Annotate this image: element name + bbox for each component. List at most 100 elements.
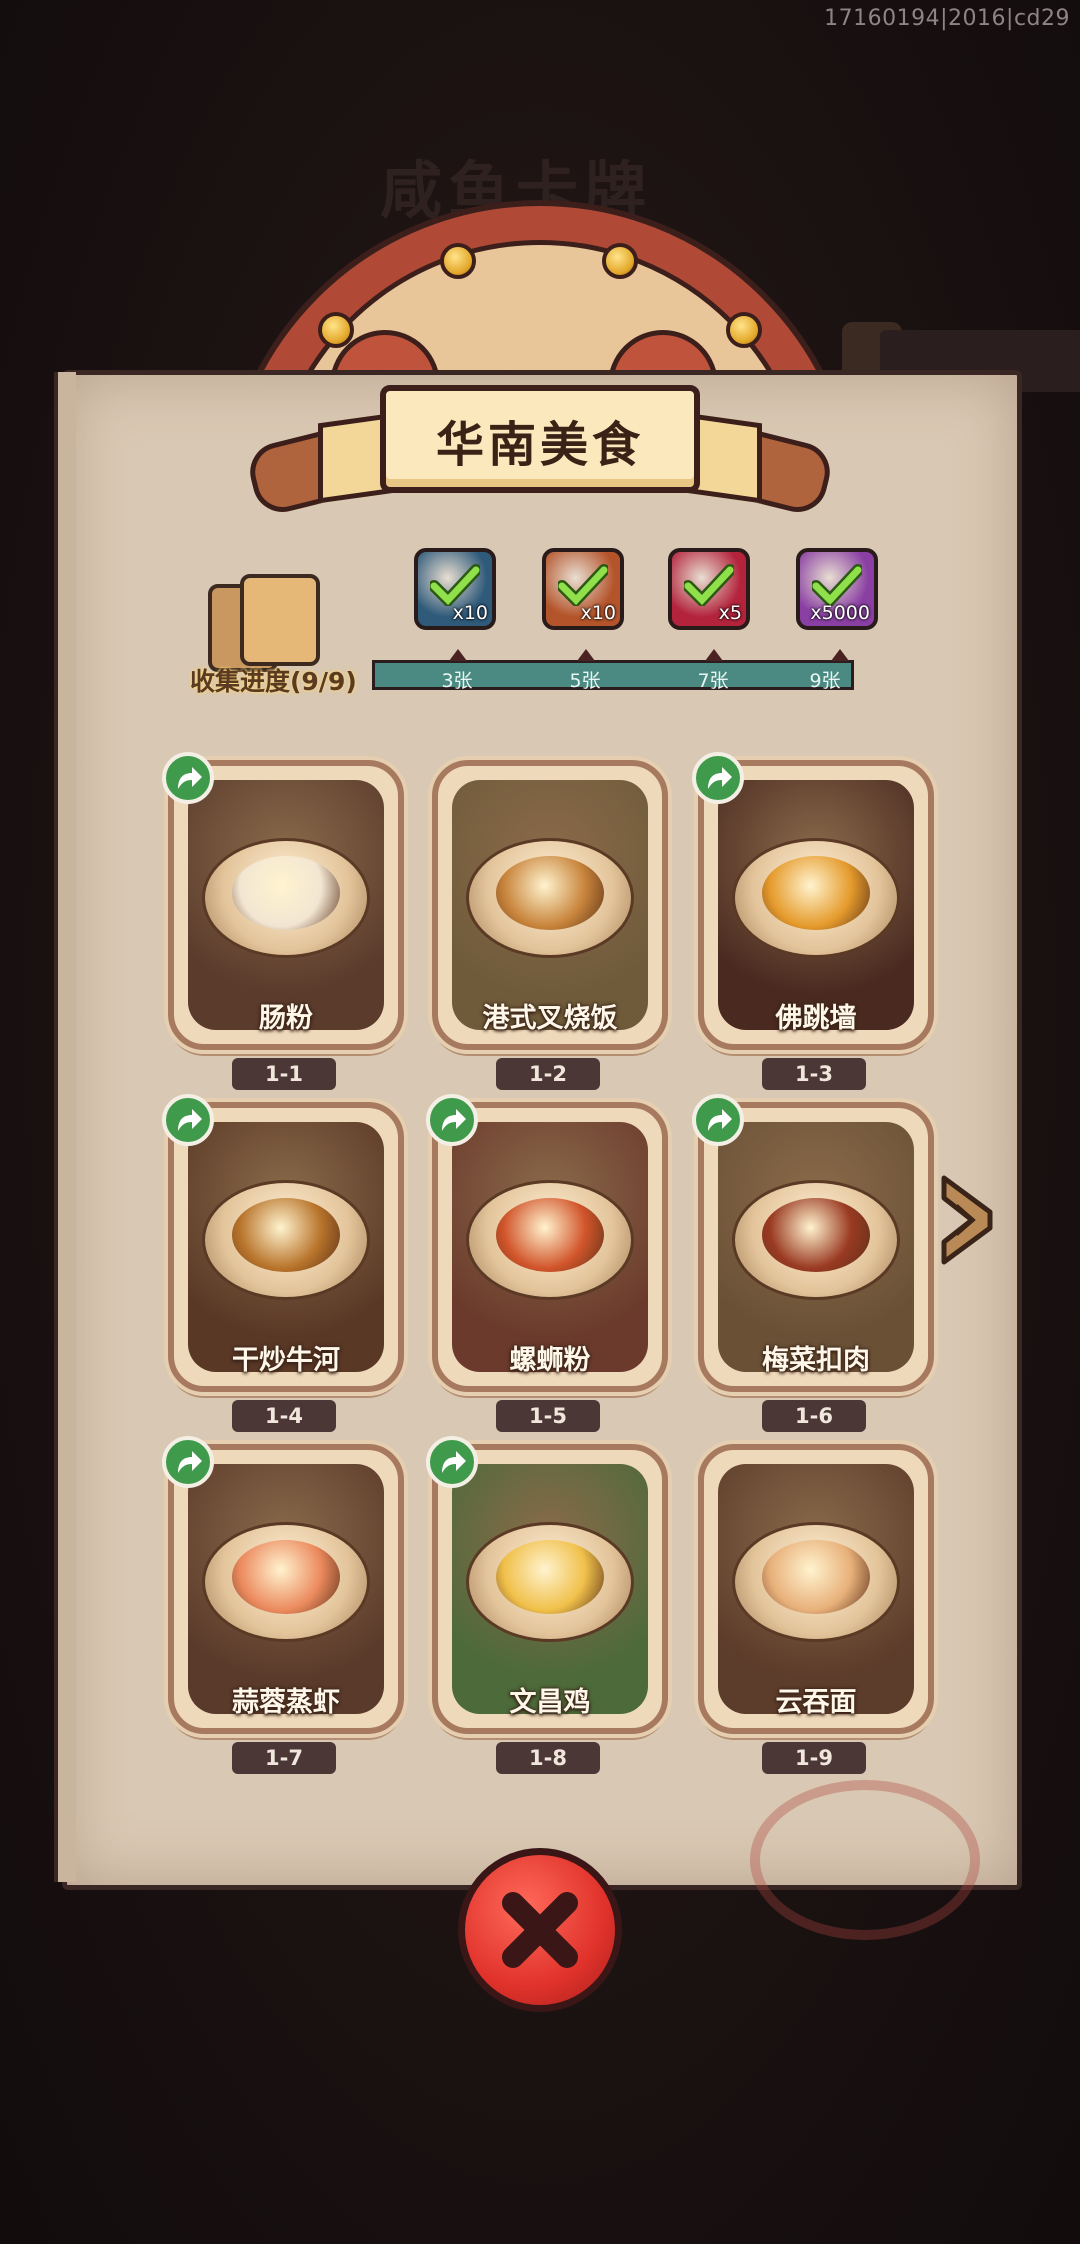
share-button[interactable] (692, 1094, 744, 1146)
card-name: 螺蛳粉 (509, 1345, 591, 1376)
build-id: 17160194|2016|cd29 (824, 6, 1070, 31)
card-number: 1-9 (762, 1742, 866, 1774)
parchment-edge (54, 372, 76, 1882)
milestone-label: 3张 (441, 670, 473, 692)
dish-food (496, 1198, 604, 1272)
card-frame: 蒜蓉蒸虾 (168, 1444, 404, 1734)
card-name: 佛跳墙 (775, 1003, 857, 1034)
card-name: 蒜蓉蒸虾 (232, 1687, 340, 1718)
check-icon (684, 564, 734, 606)
card-art (188, 1122, 384, 1372)
food-card[interactable]: 螺蛳粉 1-5 (426, 1094, 676, 1432)
dome-bulb (440, 243, 476, 279)
food-card[interactable]: 肠粉 1-1 (162, 752, 412, 1090)
check-icon (812, 564, 862, 606)
card-number: 1-8 (496, 1742, 600, 1774)
food-card[interactable]: 梅菜扣肉 1-6 (692, 1094, 942, 1432)
card-number: 1-7 (232, 1742, 336, 1774)
share-button[interactable] (162, 752, 214, 804)
share-button[interactable] (162, 1094, 214, 1146)
share-arrow-icon (178, 1109, 202, 1131)
card-art (452, 780, 648, 1030)
card-frame: 佛跳墙 (698, 760, 934, 1050)
card-art (718, 1122, 914, 1372)
card-frame: 肠粉 (168, 760, 404, 1050)
share-arrow-icon (442, 1451, 466, 1473)
share-arrow-icon (178, 1451, 202, 1473)
dish-food (762, 1198, 870, 1272)
milestone-label: 7张 (697, 670, 729, 692)
card-number: 1-2 (496, 1058, 600, 1090)
card-frame: 螺蛳粉 (432, 1102, 668, 1392)
card-name: 肠粉 (259, 1003, 313, 1034)
next-page-arrow-icon[interactable] (934, 1168, 1006, 1272)
share-button[interactable] (692, 752, 744, 804)
food-card[interactable]: 干炒牛河 1-4 (162, 1094, 412, 1432)
card-art (718, 780, 914, 1030)
card-frame: 文昌鸡 (432, 1444, 668, 1734)
card-frame: 港式叉烧饭 (432, 760, 668, 1050)
food-card[interactable]: 佛跳墙 1-3 (692, 752, 942, 1090)
reward-qty: x10 (580, 602, 616, 624)
reward-qty: x5000 (810, 602, 870, 624)
reward-qty: x5 (718, 602, 742, 624)
card-art (188, 780, 384, 1030)
reward-gem[interactable]: x5 (668, 548, 750, 630)
dish-food (496, 856, 604, 930)
share-arrow-icon (178, 767, 202, 789)
dome-bulb (726, 312, 762, 348)
collection-progress-label: 收集进度(9/9) (190, 667, 357, 696)
close-x-icon (502, 1892, 578, 1968)
food-card[interactable]: 云吞面 1-9 (698, 1444, 942, 1774)
share-arrow-icon (708, 767, 732, 789)
share-button[interactable] (162, 1436, 214, 1488)
dish-food (232, 1540, 340, 1614)
card-frame: 梅菜扣肉 (698, 1102, 934, 1392)
reward-scroll[interactable]: x10 (542, 548, 624, 630)
milestone-tick (577, 649, 595, 661)
food-card[interactable]: 文昌鸡 1-8 (426, 1436, 676, 1774)
dish-food (232, 856, 340, 930)
card-name: 云吞面 (775, 1687, 857, 1718)
card-frame: 干炒牛河 (168, 1102, 404, 1392)
milestone-tick (449, 649, 467, 661)
dish-food (762, 1540, 870, 1614)
share-button[interactable] (426, 1436, 478, 1488)
check-icon (430, 564, 480, 606)
page-title: 华南美食 (435, 417, 644, 473)
share-arrow-icon (442, 1109, 466, 1131)
reward-chest[interactable]: x10 (414, 548, 496, 630)
card-number: 1-1 (232, 1058, 336, 1090)
card-name: 港式叉烧饭 (482, 1003, 618, 1034)
card-number: 1-6 (762, 1400, 866, 1432)
share-button[interactable] (426, 1094, 478, 1146)
card-name: 梅菜扣肉 (762, 1345, 870, 1376)
card-number: 1-3 (762, 1058, 866, 1090)
card-art (188, 1464, 384, 1714)
dish-food (496, 1540, 604, 1614)
milestone-tick (831, 649, 849, 661)
close-button[interactable] (458, 1848, 622, 2012)
collection-progress-bar: 3张 5张 7张 9张 (372, 649, 854, 692)
seal-stamp (750, 1780, 980, 1940)
reward-crystal[interactable]: x5000 (796, 548, 878, 630)
food-card[interactable]: 港式叉烧饭 1-2 (432, 760, 676, 1090)
share-arrow-icon (708, 1109, 732, 1131)
card-number: 1-5 (496, 1400, 600, 1432)
card-stack-icon (208, 574, 324, 674)
dish-food (762, 856, 870, 930)
card-name: 文昌鸡 (509, 1687, 591, 1718)
milestone-label: 9张 (809, 670, 841, 692)
card-art (452, 1122, 648, 1372)
reward-qty: x10 (452, 602, 488, 624)
dome-bulb (602, 243, 638, 279)
card-name: 干炒牛河 (232, 1345, 340, 1376)
card-art (452, 1464, 648, 1714)
check-icon (558, 564, 608, 606)
milestone-tick (705, 649, 723, 661)
milestone-label: 5张 (569, 670, 601, 692)
food-card[interactable]: 蒜蓉蒸虾 1-7 (162, 1436, 412, 1774)
dish-food (232, 1198, 340, 1272)
card-frame: 云吞面 (698, 1444, 934, 1734)
card-art (718, 1464, 914, 1714)
